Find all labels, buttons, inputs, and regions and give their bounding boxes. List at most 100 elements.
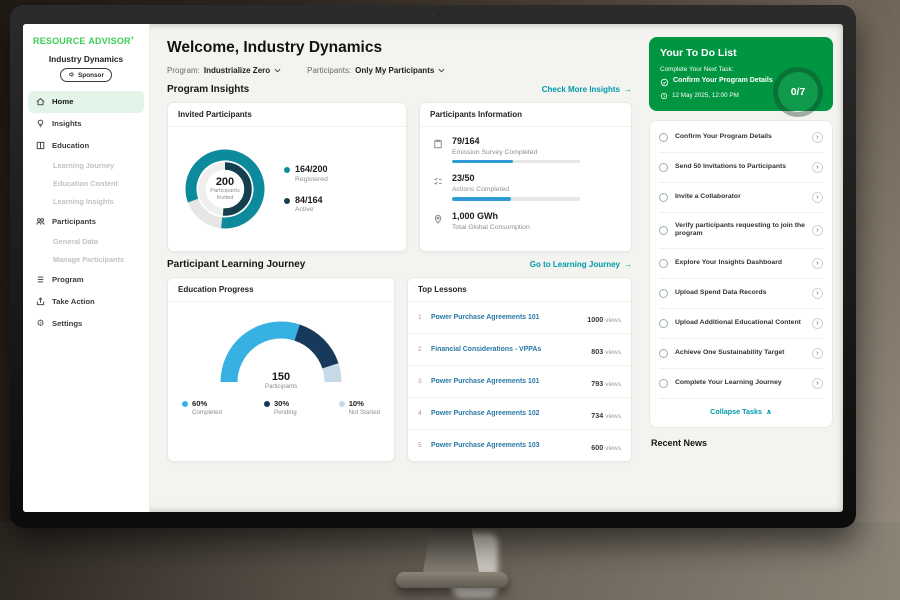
progress-bar-fill [452, 160, 513, 164]
collapse-label: Collapse Tasks [710, 407, 762, 416]
task-item[interactable]: Upload Additional Educational Content › [659, 309, 823, 339]
top-lessons-card: Top Lessons 1 Power Purchase Agreements … [407, 277, 632, 462]
check-more-insights-link[interactable]: Check More Insights → [542, 85, 632, 94]
task-item[interactable]: Confirm Your Program Details › [659, 123, 823, 153]
lesson-link[interactable]: Power Purchase Agreements 101 [431, 314, 580, 321]
brand-logo[interactable]: RESOURCE ADVISOR+ [23, 32, 149, 53]
invited-total-label: Participants Invited [204, 188, 246, 202]
todo-tasks-card: Confirm Your Program Details › Send 50 I… [649, 120, 833, 429]
lesson-link[interactable]: Financial Considerations - VPPAs [431, 346, 584, 353]
lesson-rank: 5 [418, 442, 424, 449]
task-item[interactable]: Complete Your Learning Journey › [659, 369, 823, 399]
sidebar-item-program[interactable]: Program [28, 269, 144, 291]
program-filter-dropdown[interactable]: Program: Industrialize Zero [167, 66, 281, 75]
chevron-right-icon[interactable]: › [812, 288, 823, 299]
task-checkbox[interactable] [659, 193, 668, 202]
brand-text-bold: ADVISOR [88, 36, 130, 46]
brand-text: RESOURCE [33, 36, 86, 46]
sidebar-item-learning-journey[interactable]: Learning Journey [28, 157, 144, 175]
go-to-learning-journey-link[interactable]: Go to Learning Journey → [530, 260, 632, 269]
program-insights-cards: Invited Participants 200 [167, 102, 632, 252]
chevron-right-icon[interactable]: › [812, 132, 823, 143]
task-checkbox[interactable] [659, 349, 668, 358]
task-checkbox[interactable] [659, 289, 668, 298]
lesson-row[interactable]: 5 Power Purchase Agreements 103 600views [408, 430, 631, 461]
task-checkbox[interactable] [659, 133, 668, 142]
book-icon [35, 140, 46, 151]
participants-filter-dropdown[interactable]: Participants: Only My Participants [307, 66, 445, 75]
task-label: Complete Your Learning Journey [675, 379, 805, 388]
legend-dot-registered [284, 167, 290, 173]
sidebar-item-learning-insights[interactable]: Learning Insights [28, 193, 144, 211]
brand-plus: + [131, 36, 135, 42]
lesson-row[interactable]: 3 Power Purchase Agreements 101 793views [408, 366, 631, 398]
lesson-rank: 4 [418, 410, 424, 417]
donut-center: 200 Participants Invited [174, 138, 276, 240]
lesson-row[interactable]: 4 Power Purchase Agreements 102 734views [408, 398, 631, 430]
lesson-row[interactable]: 2 Financial Considerations - VPPAs 803vi… [408, 334, 631, 366]
lesson-views: 1000views [587, 309, 621, 327]
chevron-right-icon[interactable]: › [812, 348, 823, 359]
chevron-right-icon[interactable]: › [812, 225, 823, 236]
chevron-right-icon[interactable]: › [812, 162, 823, 173]
check-circle-icon [660, 78, 669, 87]
main-content: Welcome, Industry Dynamics Program: Indu… [150, 24, 645, 512]
task-item[interactable]: Upload Spend Data Records › [659, 279, 823, 309]
info-label: Emission Survey Completed [452, 149, 580, 156]
sidebar-item-take-action[interactable]: Take Action [28, 291, 144, 313]
lesson-link[interactable]: Power Purchase Agreements 103 [431, 442, 584, 449]
sidebar-item-label: Program [52, 275, 84, 284]
sidebar-item-label: Manage Participants [53, 255, 124, 264]
task-item[interactable]: Explore Your Insights Dashboard › [659, 249, 823, 279]
task-label: Verify participants requesting to join t… [675, 222, 805, 240]
sidebar-item-participants[interactable]: Participants [28, 211, 144, 233]
invited-card-body: 200 Participants Invited 164/200 Registe [168, 127, 406, 251]
education-progress-card: Education Progress 150 Participants [167, 277, 395, 462]
task-checkbox[interactable] [659, 259, 668, 268]
todo-progress-ring: 0/7 [773, 67, 823, 117]
learning-journey-heading: Participant Learning Journey [167, 259, 305, 270]
chevron-right-icon[interactable]: › [812, 258, 823, 269]
legend-label: Pending [264, 409, 297, 416]
chevron-right-icon[interactable]: › [812, 378, 823, 389]
lesson-views: 600views [591, 437, 621, 455]
sidebar-item-education[interactable]: Education [28, 135, 144, 157]
sidebar-item-general-data[interactable]: General Data [28, 233, 144, 251]
card-title: Participants Information [420, 103, 631, 127]
clipboard-icon [432, 137, 444, 149]
legend-label: Active [295, 206, 323, 213]
sidebar-item-home[interactable]: Home [28, 91, 144, 113]
task-checkbox[interactable] [659, 379, 668, 388]
legend-value: 10% [349, 399, 364, 408]
lesson-link[interactable]: Power Purchase Agreements 102 [431, 410, 584, 417]
progress-bar [452, 160, 580, 164]
task-item[interactable]: Send 50 Invitations to Participants › [659, 153, 823, 183]
legend-value: 60% [192, 399, 207, 408]
participants-filter-label: Participants: [307, 66, 351, 75]
lesson-link[interactable]: Power Purchase Agreements 101 [431, 378, 584, 385]
todo-due-label: 12 May 2025, 12:00 PM [672, 92, 739, 99]
task-checkbox[interactable] [659, 163, 668, 172]
task-item[interactable]: Invite a Collaborator › [659, 183, 823, 213]
task-checkbox[interactable] [659, 226, 668, 235]
sidebar-item-label: Learning Journey [53, 161, 114, 170]
todo-next-task[interactable]: Confirm Your Program Details [660, 77, 782, 87]
collapse-caret-icon: ∧ [766, 407, 772, 416]
sidebar-item-manage-participants[interactable]: Manage Participants [28, 251, 144, 269]
legend-dot-active [284, 198, 290, 204]
chevron-right-icon[interactable]: › [812, 318, 823, 329]
legend-value: 84/164 [295, 196, 323, 206]
chevron-right-icon[interactable]: › [812, 192, 823, 203]
sponsor-label: Sponsor [78, 72, 104, 79]
task-checkbox[interactable] [659, 319, 668, 328]
task-item[interactable]: Verify participants requesting to join t… [659, 213, 823, 250]
sidebar-item-insights[interactable]: Insights [28, 113, 144, 135]
lesson-row[interactable]: 1 Power Purchase Agreements 101 1000view… [408, 302, 631, 334]
sidebar-item-settings[interactable]: ⚙ Settings [28, 313, 144, 335]
task-item[interactable]: Achieve One Sustainability Target › [659, 339, 823, 369]
collapse-tasks-link[interactable]: Collapse Tasks ∧ [659, 399, 823, 425]
sponsor-badge[interactable]: Sponsor [60, 68, 112, 82]
legend-label: Completed [182, 409, 222, 416]
sidebar-item-label: Insights [52, 119, 81, 128]
sidebar-item-education-content[interactable]: Education Content [28, 175, 144, 193]
